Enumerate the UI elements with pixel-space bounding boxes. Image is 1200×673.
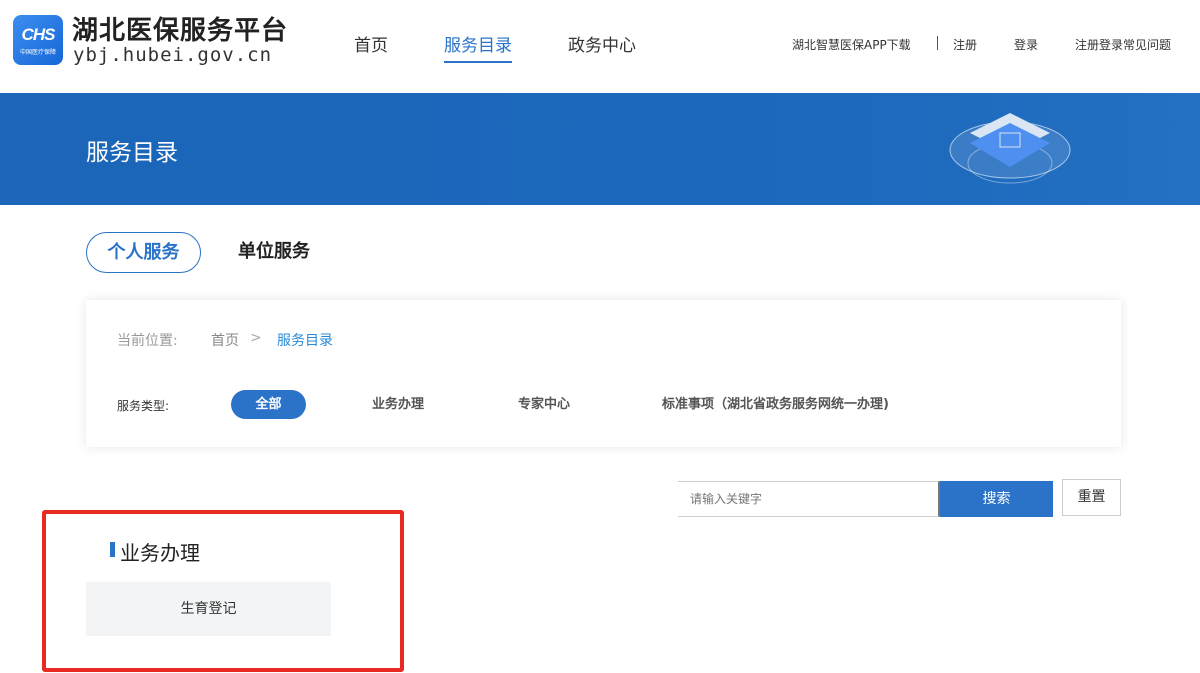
catalog-illustration-icon	[949, 113, 1071, 184]
breadcrumb-label: 当前位置:	[117, 333, 178, 349]
tab-unit-services[interactable]: 单位服务	[238, 232, 310, 273]
tab-personal-services[interactable]: 个人服务	[86, 232, 201, 273]
app-download-link[interactable]: 湖北智慧医保APP下载	[792, 36, 911, 53]
filter-expert-center[interactable]: 专家中心	[518, 390, 570, 419]
banner-title: 服务目录	[86, 140, 178, 166]
nav-service-catalog[interactable]: 服务目录	[444, 31, 512, 63]
breadcrumb-separator: >	[250, 330, 262, 346]
search-input[interactable]	[678, 481, 940, 517]
breadcrumb-current: 服务目录	[277, 333, 333, 349]
breadcrumb-home[interactable]: 首页	[211, 330, 239, 350]
filter-all[interactable]: 全部	[231, 390, 306, 419]
logo-subtext: 中国医疗保障	[19, 49, 56, 56]
nav-home[interactable]: 首页	[354, 31, 388, 56]
filter-label: 服务类型:	[117, 399, 170, 413]
search-button[interactable]: 搜索	[940, 481, 1053, 517]
chs-logo[interactable]: CHS 中国医疗保障	[13, 15, 63, 65]
logo-text: CHS	[21, 25, 56, 44]
divider	[937, 36, 938, 50]
faq-link[interactable]: 注册登录常见问题	[1075, 36, 1171, 53]
login-link[interactable]: 登录	[1014, 36, 1038, 53]
filter-standard-items[interactable]: 标准事项（湖北省政务服务网统一办理)	[662, 390, 889, 419]
section-title: 业务办理	[120, 541, 200, 565]
filter-card: 当前位置: 首页 > 服务目录 服务类型: 全部 业务办理 专家中心 标准事项（…	[86, 300, 1121, 447]
header: CHS 中国医疗保障 湖北医保服务平台 ybj.hubei.gov.cn 首页 …	[0, 0, 1200, 93]
nav-government-center[interactable]: 政务中心	[568, 31, 636, 56]
section-marker	[110, 542, 115, 557]
site-title[interactable]: 湖北医保服务平台	[72, 10, 288, 47]
banner: 服务目录	[0, 93, 1200, 205]
filter-business[interactable]: 业务办理	[372, 390, 424, 419]
site-url: ybj.hubei.gov.cn	[73, 44, 273, 66]
register-link[interactable]: 注册	[953, 36, 977, 53]
service-item[interactable]: 生育登记	[86, 582, 331, 636]
reset-button[interactable]: 重置	[1062, 479, 1121, 516]
